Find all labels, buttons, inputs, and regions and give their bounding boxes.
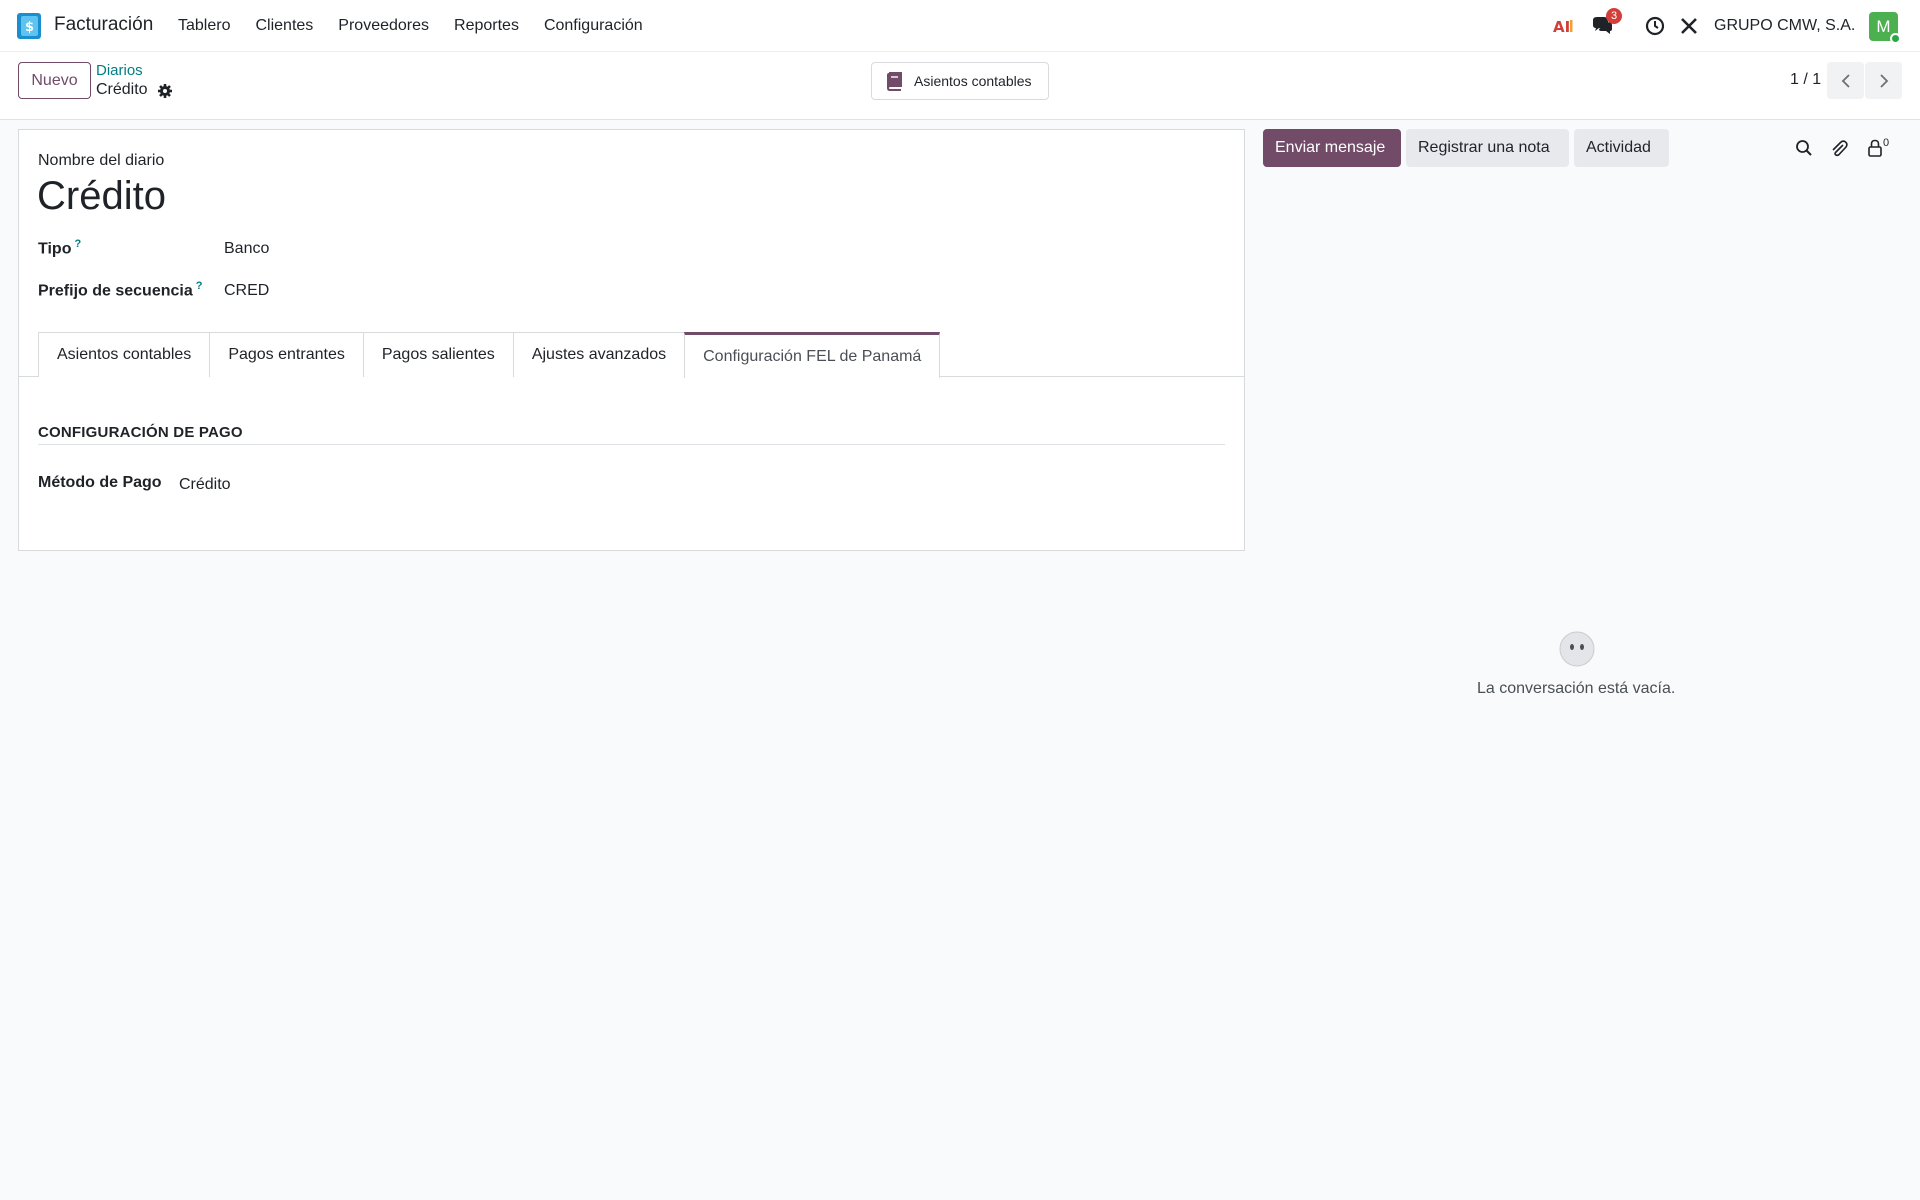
- menu-item-tablero[interactable]: Tablero: [178, 17, 230, 35]
- followers-count: 0: [1882, 137, 1890, 149]
- messages-badge: 3: [1606, 8, 1623, 24]
- prefix-field[interactable]: CRED: [224, 282, 269, 300]
- smart-button-label: Asientos contables: [914, 73, 1032, 89]
- breadcrumb-current: Crédito: [96, 81, 148, 98]
- app-name[interactable]: Facturación: [54, 14, 153, 36]
- control-panel: Nuevo Diarios Crédito Asientos contables…: [0, 52, 1920, 120]
- menu-item-reportes[interactable]: Reportes: [454, 17, 519, 35]
- svg-text:AI: AI: [1553, 18, 1570, 35]
- chevron-left-icon: [1841, 73, 1850, 88]
- avatar-initial: M: [1876, 16, 1891, 36]
- form-sheet: Nombre del diario Crédito Tipo? Banco Pr…: [18, 129, 1245, 551]
- breadcrumb-diarios[interactable]: Diarios: [96, 62, 143, 79]
- prefix-label: Prefijo de secuencia?: [38, 280, 202, 300]
- user-avatar[interactable]: M: [1869, 12, 1901, 44]
- ai-icon[interactable]: AI: [1552, 14, 1576, 38]
- notebook-tabs: Asientos contables Pagos entrantes Pagos…: [38, 332, 941, 378]
- journal-entries-smart-button[interactable]: Asientos contables: [871, 62, 1049, 100]
- menu-item-configuracion[interactable]: Configuración: [544, 17, 643, 35]
- messages-icon[interactable]: 3: [1590, 8, 1623, 38]
- chevron-right-icon: [1879, 73, 1888, 88]
- paperclip-icon[interactable]: [1828, 137, 1850, 159]
- tab-asientos-contables[interactable]: Asientos contables: [38, 332, 211, 377]
- pager-previous-button[interactable]: [1827, 62, 1864, 99]
- svg-text:$: $: [25, 20, 34, 35]
- new-button[interactable]: Nuevo: [18, 62, 91, 99]
- online-status-dot: [1890, 33, 1901, 44]
- activity-button[interactable]: Actividad: [1574, 129, 1669, 167]
- top-navbar: $ Facturación Tablero Clientes Proveedor…: [0, 0, 1920, 52]
- section-divider: [38, 444, 1225, 445]
- invoicing-app-icon[interactable]: $: [17, 13, 41, 39]
- book-icon: [886, 72, 902, 91]
- payment-method-label: Método de Pago: [38, 474, 162, 491]
- tab-pagos-salientes[interactable]: Pagos salientes: [362, 332, 514, 377]
- gear-icon[interactable]: [157, 83, 173, 99]
- section-title: CONFIGURACIÓN DE PAGO: [38, 424, 243, 441]
- menu-item-clientes[interactable]: Clientes: [255, 17, 313, 35]
- empty-conversation-text: La conversación está vacía.: [1477, 680, 1676, 697]
- search-icon[interactable]: [1793, 137, 1815, 159]
- tab-configuracion-fel[interactable]: Configuración FEL de Panamá: [684, 332, 941, 378]
- tab-ajustes-avanzados[interactable]: Ajustes avanzados: [512, 332, 686, 377]
- pager-value[interactable]: 1 / 1: [1790, 71, 1821, 89]
- type-label: Tipo?: [38, 238, 81, 258]
- type-label-text: Tipo: [38, 240, 72, 258]
- followers-button[interactable]: 0: [1863, 137, 1893, 159]
- tools-icon[interactable]: [1677, 14, 1701, 38]
- menu-item-proveedores[interactable]: Proveedores: [338, 17, 429, 35]
- payment-method-field[interactable]: Crédito: [179, 476, 231, 494]
- clock-icon[interactable]: [1643, 14, 1667, 38]
- prefix-label-text: Prefijo de secuencia: [38, 282, 193, 300]
- tab-pagos-entrantes[interactable]: Pagos entrantes: [209, 332, 364, 377]
- send-message-button[interactable]: Enviar mensaje: [1263, 129, 1401, 167]
- type-help-icon[interactable]: ?: [74, 238, 81, 250]
- main-menu: Tablero Clientes Proveedores Reportes Co…: [178, 17, 668, 35]
- empty-face-icon: [1559, 631, 1595, 667]
- journal-name-label: Nombre del diario: [38, 152, 165, 169]
- pager-next-button[interactable]: [1865, 62, 1902, 99]
- journal-name-field[interactable]: Crédito: [37, 174, 166, 219]
- lock-icon: [1868, 139, 1882, 157]
- log-note-button[interactable]: Registrar una nota: [1406, 129, 1569, 167]
- prefix-help-icon[interactable]: ?: [196, 280, 203, 292]
- type-field[interactable]: Banco: [224, 240, 269, 258]
- company-switcher[interactable]: GRUPO CMW, S.A.: [1714, 17, 1855, 35]
